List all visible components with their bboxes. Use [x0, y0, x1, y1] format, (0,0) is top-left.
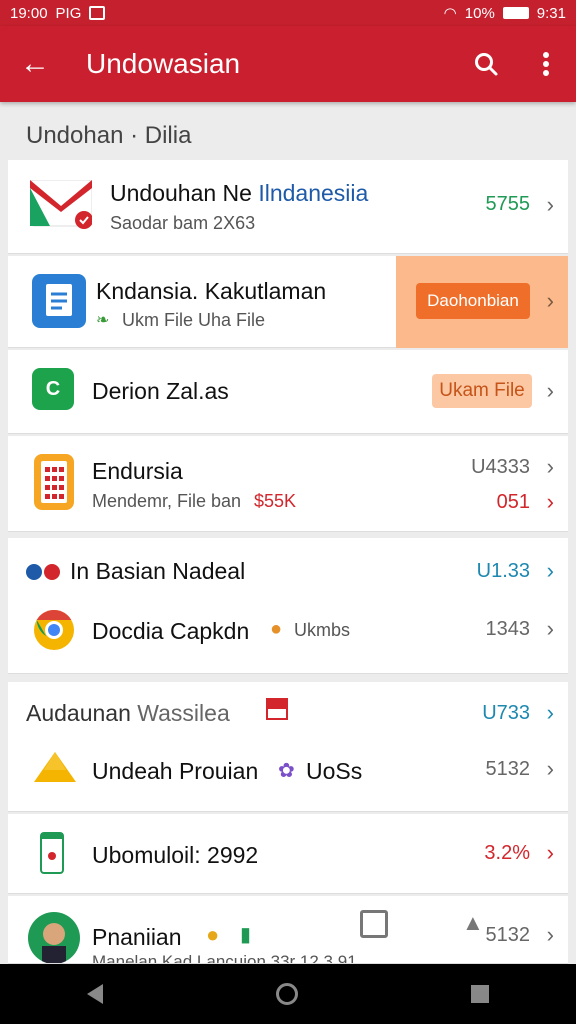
chevron-right-icon: ›: [546, 489, 554, 514]
notification-icon: [89, 6, 106, 20]
list-item[interactable]: C Derion Zal.as Ukam File ›: [8, 350, 568, 434]
section-title: Audaunan Wassilea: [26, 700, 230, 727]
gallery-icon: [360, 910, 388, 938]
chevron-right-icon: ›: [546, 922, 554, 947]
back-arrow-icon[interactable]: ←: [0, 26, 70, 102]
page-title: Undowasian: [86, 48, 241, 79]
status-right-time: 9:31: [536, 4, 566, 22]
chevron-right-icon: ›: [546, 192, 554, 217]
item-value: 5755: [485, 193, 531, 215]
chevron-right-icon: ›: [546, 616, 554, 641]
item-value: U1.33: [476, 560, 530, 582]
chevron-right-icon: ›: [546, 558, 554, 583]
list-group: Audaunan Wassilea U733 › Undeah Prouian …: [8, 682, 568, 812]
item-subtitle: Ukm File Uha File: [122, 310, 266, 330]
wifi-icon: ◠: [443, 5, 457, 22]
item-title: Pnaniian: [92, 924, 182, 950]
list-item[interactable]: Pnaniian ● ▮ ▲ 5132 › Manelan Kad Lancui…: [8, 896, 568, 964]
list-item[interactable]: Endursia Mendemr, File ban $55K U4333 › …: [8, 436, 568, 532]
item-title: Endursia: [92, 458, 183, 484]
item-value: 5132: [485, 758, 531, 780]
item-title: Derion Zal.as: [92, 378, 229, 404]
item-title: Undouhan Ne Ilndanesiia: [110, 180, 368, 207]
item-subtitle: Saodar bam 2X63: [110, 213, 256, 233]
drive-icon: [32, 750, 78, 784]
dots-icon: [24, 562, 64, 582]
item-title[interactable]: In Basian Nadeal: [70, 558, 245, 585]
item-title-part: Undouhan Ne: [110, 180, 259, 206]
download-button[interactable]: Daohonbian: [416, 283, 530, 319]
chrome-icon: [32, 608, 76, 652]
status-left-text: PIG: [55, 4, 82, 22]
list-item[interactable]: Kndansia. Kakutlaman ❧ Ukm File Uha File…: [8, 256, 568, 348]
back-nav-icon[interactable]: [86, 984, 103, 1004]
item-subtitle: Mendemr, File ban: [92, 491, 242, 511]
app-bar: ← Undowasian: [0, 26, 576, 102]
calculator-icon: [34, 454, 74, 510]
chevron-right-icon: ›: [546, 378, 554, 403]
battery-icon: [502, 7, 529, 19]
chevron-right-icon: ›: [546, 840, 554, 865]
status-battery-text: 10%: [464, 4, 495, 22]
status-time: 19:00: [10, 4, 48, 22]
section-title-part: Wassilea: [137, 700, 230, 726]
avatar: [28, 912, 80, 963]
item-subtitle-value: $55K: [254, 491, 297, 511]
item-title: Ubomuloil: 2992: [92, 842, 259, 868]
flower-icon: ✿: [278, 760, 295, 782]
leaf-icon: ❧: [96, 312, 110, 329]
item-suffix: UoSs: [306, 758, 363, 784]
list-group: In Basian Nadeal U1.33 › Docdia Capkdn ●…: [8, 538, 568, 674]
chevron-right-icon: ›: [546, 756, 554, 781]
home-nav-icon[interactable]: [275, 983, 298, 1005]
item-footer: Manelan Kad Lancuion 33r 12.3.91: [92, 952, 357, 964]
recents-nav-icon[interactable]: [471, 985, 490, 1003]
gmail-icon: [30, 180, 92, 230]
document-app-icon: [32, 274, 86, 328]
item-suffix: Ukmbs: [294, 620, 351, 640]
section-title-part: Audaunan: [26, 700, 138, 726]
status-bar: 19:00 PIG ◠ 10% 9:31: [0, 0, 576, 26]
item-title: Kndansia. Kakutlaman: [96, 278, 327, 304]
badge-icon: ●: [270, 618, 283, 640]
chevron-right-icon: ›: [546, 700, 554, 725]
emoji-icon: ●: [206, 922, 220, 947]
item-value-top: U4333: [471, 456, 530, 478]
list-item[interactable]: Ubomuloil: 2992 3.2% ›: [8, 814, 568, 894]
list-item[interactable]: Undouhan Ne Ilndanesiia Saodar bam 2X63 …: [8, 160, 568, 254]
upload-file-button[interactable]: Ukam File: [432, 374, 532, 408]
item-value: U733: [482, 702, 530, 724]
item-title-highlight: Ilndanesiia: [258, 180, 369, 206]
chat-app-icon: C: [32, 368, 74, 410]
item-value: 5132: [485, 924, 531, 946]
chevron-right-icon: ›: [546, 288, 554, 313]
item-value: 3.2%: [484, 842, 530, 864]
item-title[interactable]: Undeah Prouian: [92, 758, 258, 785]
printer-icon: ▲: [462, 910, 484, 935]
flag-icon: [266, 698, 288, 720]
overflow-menu-icon[interactable]: [516, 26, 576, 102]
item-value: 1343: [485, 618, 531, 640]
phone-icon: [40, 832, 64, 874]
item-value-bottom: 051: [496, 491, 530, 513]
item-title[interactable]: Docdia Capkdn: [92, 618, 249, 645]
section-title: Undohan · Dilia: [26, 122, 192, 149]
search-icon[interactable]: [456, 26, 516, 102]
system-nav-bar: [0, 964, 576, 1024]
tag-icon: ▮: [240, 924, 252, 946]
chevron-right-icon: ›: [546, 454, 554, 479]
